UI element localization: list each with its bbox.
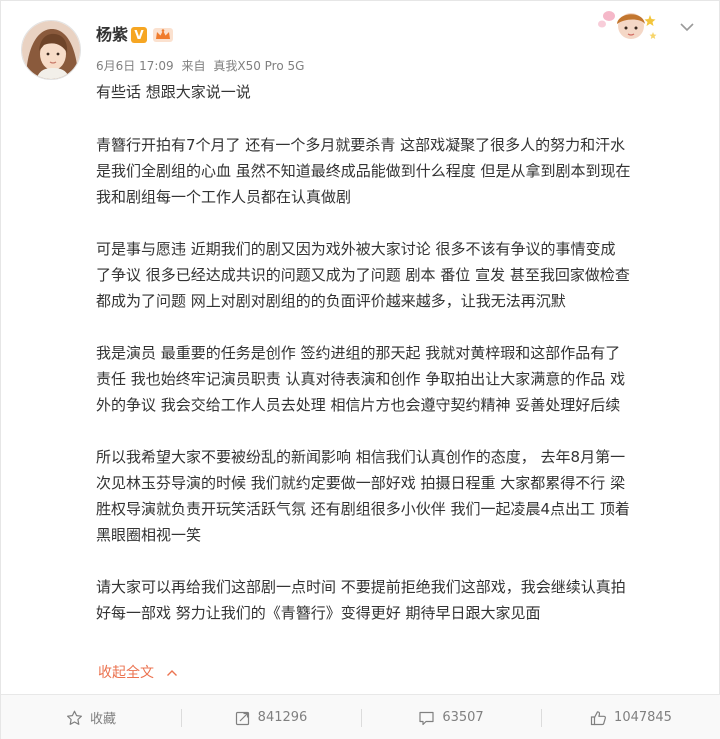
collapse-text-link[interactable]: 收起全文	[98, 663, 178, 683]
like-count: 1047845	[614, 710, 672, 725]
post-paragraph: 我是演员 最重要的任务是创作 签约进组的那天起 我就对黄梓瑕和这部作品有了 责任…	[96, 340, 696, 418]
post-paragraph: 有些话 想跟大家说一说	[96, 79, 696, 105]
avatar-photo	[22, 21, 80, 79]
thumbs-up-icon	[590, 710, 607, 725]
post-paragraph: 可是事与愿违 近期我们的剧又因为戏外被大家讨论 很多不该有争议的事情变成 了争议…	[96, 236, 696, 314]
post-date[interactable]: 6月6日 17:09	[96, 59, 174, 73]
comment-button[interactable]: 63507	[361, 695, 541, 739]
chevron-up-icon[interactable]	[166, 669, 178, 677]
post-line: 我和剧组每一个工作人员都在认真做剧	[96, 188, 352, 206]
post-content: 有些话 想跟大家说一说 青簪行开拍有7个月了 还有一个多月就要杀青 这部戏凝聚了…	[96, 79, 696, 626]
post-line: 胜权导演就负责开玩笑活跃气氛 还有剧组很多小伙伴 我们一起凌晨4点出工 顶着	[96, 500, 630, 518]
cartoon-decoration	[598, 11, 657, 39]
post-line: 外的争议 我会交给工作人员去处理 相信片方也会遵守契约精神 妥善处理好后续	[96, 396, 621, 414]
favorite-button[interactable]: 收藏	[1, 695, 181, 739]
like-button[interactable]: 1047845	[541, 695, 720, 739]
crown-icon[interactable]	[152, 26, 174, 44]
post-paragraph: 请大家可以再给我们这部剧一点时间 不要提前拒绝我们这部戏，我会继续认真拍 好每一…	[96, 574, 696, 626]
comment-icon	[419, 711, 434, 725]
star-icon	[66, 710, 82, 725]
post-source-prefix: 来自	[181, 59, 206, 73]
comment-count: 63507	[442, 710, 484, 725]
post-source[interactable]: 真我X50 Pro 5G	[213, 59, 304, 73]
post-paragraph: 青簪行开拍有7个月了 还有一个多月就要杀青 这部戏凝聚了很多人的努力和汗水 是我…	[96, 132, 696, 210]
favorite-label: 收藏	[89, 712, 116, 727]
post-line: 次见林玉芬导演的时候 我们就约定要做一部好戏 拍摄日程重 大家都累得不行 梁	[96, 474, 626, 492]
repost-button[interactable]: 841296	[181, 695, 361, 739]
post-line: 责任 我也始终牢记演员职责 认真对待表演和创作 争取拍出让大家满意的作品 戏	[96, 370, 626, 388]
collapse-label[interactable]: 收起全文	[98, 665, 154, 681]
post-line: 可是事与愿违 近期我们的剧又因为戏外被大家讨论 很多不该有争议的事情变成	[96, 240, 616, 258]
repost-count: 841296	[257, 710, 308, 725]
post-line: 所以我希望大家不要被纷乱的新闻影响 相信我们认真创作的态度， 去年8月第一	[96, 448, 626, 466]
post-meta: 6月6日 17:09 来自 真我X50 Pro 5G	[96, 58, 308, 74]
vip-badge[interactable]: V	[131, 27, 147, 43]
post-line: 好每一部戏 努力让我们的《青簪行》变得更好 期待早日跟大家见面	[96, 604, 541, 622]
avatar[interactable]	[21, 20, 81, 80]
post-line: 是我们全剧组的心血 虽然不知道最终成品能做到什么程度 但是从拿到剧本到现在	[96, 162, 631, 180]
post-line: 了争议 很多已经达成共识的问题又成为了问题 剧本 番位 宣发 甚至我回家做检查	[96, 266, 630, 284]
post-line: 有些话 想跟大家说一说	[96, 83, 251, 101]
chevron-down-icon[interactable]	[679, 21, 695, 33]
repost-icon	[235, 711, 249, 725]
user-name[interactable]: 杨紫	[96, 24, 128, 46]
post-line: 请大家可以再给我们这部剧一点时间 不要提前拒绝我们这部戏，我会继续认真拍	[96, 578, 626, 596]
weibo-post-card: 杨紫 V 6月6日 17:09 来自 真我X50 Pro 5G 有些话 想跟大家…	[0, 0, 720, 739]
action-bar: 收藏 841296 63507 1047845	[1, 694, 720, 739]
post-line: 我是演员 最重要的任务是创作 签约进组的那天起 我就对黄梓瑕和这部作品有了	[96, 344, 621, 362]
post-line: 都成为了问题 网上对剧对剧组的的负面评价越来越多，让我无法再沉默	[96, 292, 566, 310]
post-paragraph: 所以我希望大家不要被纷乱的新闻影响 相信我们认真创作的态度， 去年8月第一 次见…	[96, 444, 696, 548]
post-line: 青簪行开拍有7个月了 还有一个多月就要杀青 这部戏凝聚了很多人的努力和汗水	[96, 136, 626, 154]
post-line: 黑眼圈相视一笑	[96, 526, 202, 544]
